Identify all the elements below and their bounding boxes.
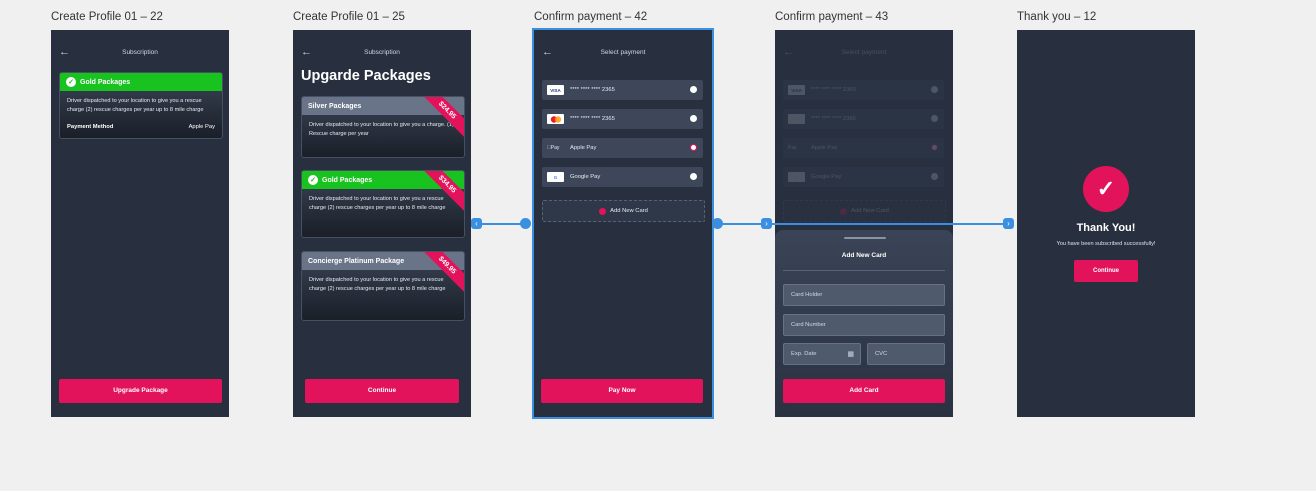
mastercard-icon <box>547 114 564 124</box>
radio-button[interactable] <box>690 115 697 122</box>
card-number-field[interactable]: Card Number <box>783 314 945 336</box>
continue-button[interactable]: Continue <box>305 379 459 403</box>
add-icon <box>599 207 607 215</box>
add-card-label: Add New Card <box>610 208 648 214</box>
upgrade-package-button[interactable]: Upgrade Package <box>59 379 222 403</box>
thank-you-title: Thank You! <box>1076 222 1136 234</box>
platinum-package-card[interactable]: Concierge Platinum Package $49.95 Driver… <box>301 251 465 321</box>
add-icon <box>840 207 848 215</box>
screen-title: Select payment <box>841 49 887 56</box>
payment-option-label: Google Pay <box>811 174 842 180</box>
artboard-thank-you[interactable]: ✓ Thank You! You have been subscribed su… <box>1017 30 1195 417</box>
add-new-card-button[interactable]: Add New Card <box>542 200 705 222</box>
add-card-sheet[interactable]: Add New Card Card Holder Card Number Exp… <box>775 230 953 417</box>
card-description: Driver dispatched to your location to gi… <box>309 277 446 292</box>
card-description: Driver dispatched to your location to gi… <box>309 122 454 137</box>
check-icon: ✓ <box>308 175 318 185</box>
connector-handle[interactable] <box>520 218 531 229</box>
screen-title: Subscription <box>364 49 400 56</box>
payment-method-value: Apple Pay <box>188 124 215 130</box>
artboard-upgrade-packages[interactable]: ← Subscription Upgarde Packages Silver P… <box>293 30 471 417</box>
divider <box>783 270 945 271</box>
apple-pay-icon: Pay <box>547 145 559 151</box>
add-card-button[interactable]: Add Card <box>783 379 945 403</box>
radio-button <box>931 173 938 180</box>
card-title: Concierge Platinum Package <box>308 257 405 265</box>
payment-option-google-pay: G Google Pay <box>783 167 944 187</box>
payment-option-label: Google Pay <box>570 174 601 180</box>
gold-package-card[interactable]: ✓ Gold Packages $34.95 Driver dispatched… <box>301 170 465 238</box>
radio-button <box>931 86 938 93</box>
page-title: Upgarde Packages <box>301 68 431 84</box>
artboard-label: Create Profile 01 – 25 <box>293 11 405 23</box>
prototype-connector <box>772 223 1004 225</box>
screen-title: Subscription <box>122 49 158 56</box>
card-description: Driver dispatched to your location to gi… <box>309 196 446 211</box>
prototype-connector <box>722 223 762 225</box>
cvc-field[interactable]: CVC <box>867 343 945 365</box>
artboard-select-payment[interactable]: ← Select payment VISA **** **** **** 236… <box>532 28 714 419</box>
radio-button-selected <box>931 144 938 151</box>
card-description: Driver dispatched to your location to gi… <box>67 98 204 113</box>
continue-button[interactable]: Continue <box>1074 260 1138 282</box>
payment-option-apple-pay: Pay Apple Pay <box>783 138 944 158</box>
sheet-handle[interactable] <box>844 237 886 239</box>
payment-option-label: **** **** **** 2365 <box>570 116 615 122</box>
thank-you-subtitle: You have been subscribed successfully! <box>1056 241 1156 247</box>
visa-icon: VISA <box>788 85 805 95</box>
card-title: Silver Packages <box>308 102 362 110</box>
payment-option-apple-pay[interactable]: Pay Apple Pay <box>542 138 703 158</box>
radio-button[interactable] <box>690 86 697 93</box>
payment-option-google-pay[interactable]: G Google Pay <box>542 167 703 187</box>
payment-option-label: **** **** **** 2365 <box>570 87 615 93</box>
apple-pay-icon: Pay <box>788 145 797 151</box>
connector-forward-arrow-icon[interactable]: › <box>1003 218 1014 229</box>
card-title: Gold Packages <box>80 78 131 86</box>
calendar-icon[interactable]: ▦ <box>847 350 854 358</box>
silver-package-card[interactable]: Silver Packages $24.95 Driver dispatched… <box>301 96 465 158</box>
connector-back-arrow-icon[interactable]: ‹ <box>471 218 482 229</box>
add-new-card-button: Add New Card <box>783 200 946 222</box>
artboard-label: Confirm payment – 43 <box>775 11 889 23</box>
add-card-label: Add New Card <box>851 208 889 214</box>
visa-icon: VISA <box>547 85 564 95</box>
exp-date-field[interactable]: Exp. Date ▦ <box>783 343 861 365</box>
payment-method-row: Payment Method Apple Pay <box>60 124 222 138</box>
payment-option-label: **** **** **** 2365 <box>811 87 856 93</box>
radio-button <box>931 115 938 122</box>
artboard-label: Create Profile 01 – 22 <box>51 11 163 23</box>
payment-option-visa[interactable]: VISA **** **** **** 2365 <box>542 80 703 100</box>
exp-date-placeholder: Exp. Date <box>791 351 817 357</box>
mastercard-icon <box>788 114 805 124</box>
artboard-subscription[interactable]: ← Subscription ✓ Gold Packages Driver di… <box>51 30 229 417</box>
screen-title: Select payment <box>600 49 646 56</box>
payment-option-mastercard[interactable]: **** **** **** 2365 <box>542 109 703 129</box>
check-icon: ✓ <box>66 77 76 87</box>
sheet-title: Add New Card <box>841 252 887 259</box>
google-pay-icon: G <box>547 172 564 182</box>
radio-button-selected[interactable] <box>690 144 697 151</box>
google-pay-icon: G <box>788 172 805 182</box>
success-check-icon: ✓ <box>1083 166 1129 212</box>
card-holder-field[interactable]: Card Holder <box>783 284 945 306</box>
payment-method-label: Payment Method <box>67 124 114 130</box>
card-header: ✓ Gold Packages <box>60 73 222 91</box>
artboard-label: Confirm payment – 42 <box>534 11 648 23</box>
card-title: Gold Packages <box>322 176 373 184</box>
gold-package-card[interactable]: ✓ Gold Packages Driver dispatched to you… <box>59 72 223 139</box>
prototype-connector <box>482 223 522 225</box>
connector-forward-arrow-icon[interactable]: › <box>761 218 772 229</box>
radio-button[interactable] <box>690 173 697 180</box>
payment-option-label: Apple Pay <box>570 145 597 151</box>
payment-option-visa: VISA **** **** **** 2365 <box>783 80 944 100</box>
payment-option-mastercard: **** **** **** 2365 <box>783 109 944 129</box>
artboard-label: Thank you – 12 <box>1017 11 1097 23</box>
payment-option-label: **** **** **** 2365 <box>811 116 856 122</box>
pay-now-button[interactable]: Pay Now <box>541 379 703 403</box>
payment-option-label: Apple Pay <box>811 145 838 151</box>
